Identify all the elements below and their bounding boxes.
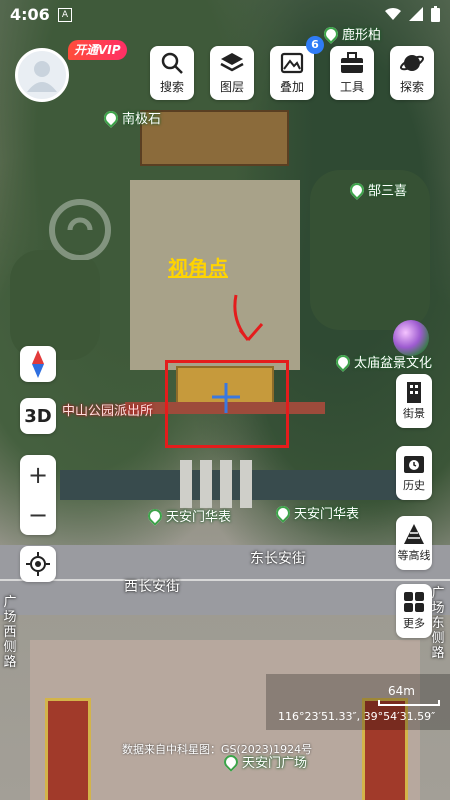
- poi-label[interactable]: 郜三喜: [347, 179, 408, 200]
- explore-label: 探索: [399, 80, 424, 94]
- street-label: 西长安街: [124, 579, 180, 595]
- street-label: 广场东侧路: [431, 586, 445, 661]
- user-icon: [27, 61, 57, 92]
- street-label: 广场西侧路: [3, 595, 17, 670]
- contour-label: 等高线: [397, 549, 431, 562]
- street-view-button[interactable]: 街景: [396, 374, 432, 428]
- poi-label[interactable]: 天安门华表: [273, 502, 360, 523]
- poi-pin-icon: [101, 107, 121, 128]
- arrow-annotation-icon: [233, 294, 264, 341]
- poi-label[interactable]: 太庙盆景文化: [333, 351, 433, 372]
- poi-label[interactable]: 鹿形柏: [321, 23, 382, 44]
- more-button[interactable]: 更多: [396, 584, 432, 638]
- overlay-button[interactable]: 叠加: [270, 46, 314, 100]
- poi-label[interactable]: 南极石: [101, 107, 162, 128]
- scale-label: 64m: [388, 684, 415, 698]
- poi-label[interactable]: 中山公园派出所: [62, 400, 153, 419]
- scale-bar: [378, 700, 440, 706]
- zoom-in-button[interactable]: +: [20, 455, 56, 495]
- bridge: [220, 460, 232, 508]
- compass-icon: [32, 350, 44, 378]
- battery-icon: [431, 6, 440, 22]
- building-icon: [407, 382, 421, 403]
- vip-button[interactable]: 开通VIP: [68, 40, 127, 60]
- search-icon: [161, 52, 183, 74]
- overlay-label: 叠加: [279, 80, 304, 94]
- history-icon: [404, 456, 424, 473]
- avatar[interactable]: [15, 48, 69, 102]
- data-credit: 数据来自中科星图：GS(2023)1924号: [122, 743, 313, 756]
- locate-button[interactable]: [20, 546, 56, 582]
- poi-name: 太庙盆景文化: [354, 356, 433, 371]
- crosshair-marker-icon: [212, 383, 240, 413]
- poi-name: 天安门华表: [294, 507, 360, 522]
- compass-button[interactable]: [20, 346, 56, 382]
- bridge: [240, 460, 252, 508]
- wifi-icon: [385, 7, 401, 21]
- poi-name: 南极石: [122, 112, 162, 127]
- poi-pin-icon: [273, 502, 293, 523]
- tools-label: 工具: [339, 80, 364, 94]
- watermark-logo: [49, 199, 111, 260]
- contour-button[interactable]: 等高线: [396, 516, 432, 570]
- tools-button[interactable]: 工具: [330, 46, 374, 100]
- search-button[interactable]: 搜索: [150, 46, 194, 100]
- poi-pin-icon: [333, 351, 353, 372]
- layers-label: 图层: [219, 80, 244, 94]
- layers-button[interactable]: 图层: [210, 46, 254, 100]
- poi-label[interactable]: 天安门华表: [145, 505, 232, 526]
- poi-name: 鹿形柏: [342, 28, 382, 43]
- bridge: [180, 460, 192, 508]
- bridge: [200, 460, 212, 508]
- zoom-out-button[interactable]: −: [20, 495, 56, 535]
- poi-pin-icon: [321, 23, 341, 44]
- flower-bed: [45, 698, 91, 800]
- explore-button[interactable]: 探索: [390, 46, 434, 100]
- poi-name: 中山公园派出所: [62, 404, 154, 419]
- status-bar: 4:06 A: [0, 0, 450, 30]
- 3d-toggle-button[interactable]: 3D: [20, 398, 56, 434]
- contour-icon: [404, 524, 424, 544]
- overlay-icon: [280, 52, 304, 74]
- map-screen[interactable]: 4:06 A 开通VIP 搜索 图层 叠加 6 工具 探索 鹿形柏 南极石 郜三…: [0, 0, 450, 800]
- overlay-count-badge: 6: [306, 36, 324, 54]
- poi-pin-icon: [347, 179, 367, 200]
- signal-icon: [409, 7, 423, 21]
- search-label: 搜索: [159, 80, 184, 94]
- poi-pin-icon: [145, 505, 165, 526]
- history-button[interactable]: 历史: [396, 446, 432, 500]
- history-label: 历史: [403, 479, 425, 492]
- view-point-label: 视角点: [168, 256, 228, 280]
- street-view-label: 街景: [403, 407, 425, 420]
- grid-icon: [404, 592, 424, 612]
- planet-icon: [399, 55, 425, 71]
- more-label: 更多: [403, 617, 425, 630]
- road-marking: [0, 579, 450, 581]
- notification-a-icon: A: [58, 8, 72, 22]
- zoom-control: + −: [20, 455, 56, 535]
- poi-name: 郜三喜: [368, 184, 408, 199]
- poi-name: 天安门华表: [166, 510, 232, 525]
- tree-area: [10, 250, 100, 360]
- coordinates-readout: 116°23′51.33″, 39°54′31.59″: [278, 710, 436, 723]
- globe-icon[interactable]: [393, 320, 429, 356]
- layers-icon: [220, 53, 244, 72]
- street-label: 东长安街: [250, 551, 306, 567]
- status-time: 4:06: [10, 5, 50, 24]
- locate-icon: [26, 552, 50, 576]
- toolbox-icon: [341, 52, 363, 73]
